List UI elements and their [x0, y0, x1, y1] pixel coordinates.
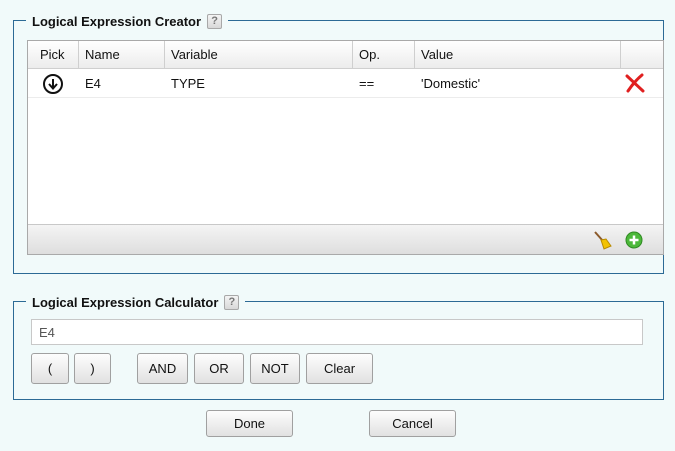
row-variable: TYPE: [171, 76, 205, 91]
calculator-title: Logical Expression Calculator: [32, 294, 219, 310]
red-x-icon[interactable]: [624, 72, 646, 97]
creator-legend: Logical Expression Creator ?: [26, 11, 229, 31]
table-header: Pick Name Variable Op. Value: [28, 41, 663, 69]
column-name[interactable]: Name: [79, 41, 165, 69]
broom-icon[interactable]: [592, 230, 612, 253]
open-paren-button[interactable]: (: [31, 353, 69, 384]
column-variable[interactable]: Variable: [165, 41, 353, 69]
calculator-legend: Logical Expression Calculator ?: [26, 292, 246, 312]
cancel-button[interactable]: Cancel: [369, 410, 456, 437]
expression-calculator-panel: Logical Expression Calculator ? ( ) AND …: [13, 292, 664, 400]
green-plus-icon[interactable]: [625, 231, 643, 252]
table-footer: [28, 224, 663, 254]
expression-creator-panel: Logical Expression Creator ? Pick Name V…: [13, 11, 664, 274]
creator-title: Logical Expression Creator: [32, 13, 202, 29]
calculator-help-icon[interactable]: ?: [224, 294, 240, 310]
arrow-down-circle-icon[interactable]: [43, 74, 63, 94]
expression-table: Pick Name Variable Op. Value E4 TYPE == …: [27, 40, 664, 255]
clear-button[interactable]: Clear: [306, 353, 373, 384]
done-button[interactable]: Done: [206, 410, 293, 437]
column-pick[interactable]: Pick: [28, 41, 79, 69]
expression-input[interactable]: [31, 319, 643, 345]
column-op[interactable]: Op.: [353, 41, 415, 69]
table-row[interactable]: E4 TYPE == 'Domestic': [28, 69, 663, 98]
column-value[interactable]: Value: [415, 41, 621, 69]
column-actions: [621, 41, 663, 69]
row-op: ==: [359, 76, 375, 91]
and-button[interactable]: AND: [137, 353, 188, 384]
close-paren-button[interactable]: ): [74, 353, 111, 384]
row-name: E4: [85, 76, 101, 91]
or-button[interactable]: OR: [194, 353, 244, 384]
row-value: 'Domestic': [421, 76, 481, 91]
creator-help-icon[interactable]: ?: [207, 13, 223, 29]
not-button[interactable]: NOT: [250, 353, 300, 384]
